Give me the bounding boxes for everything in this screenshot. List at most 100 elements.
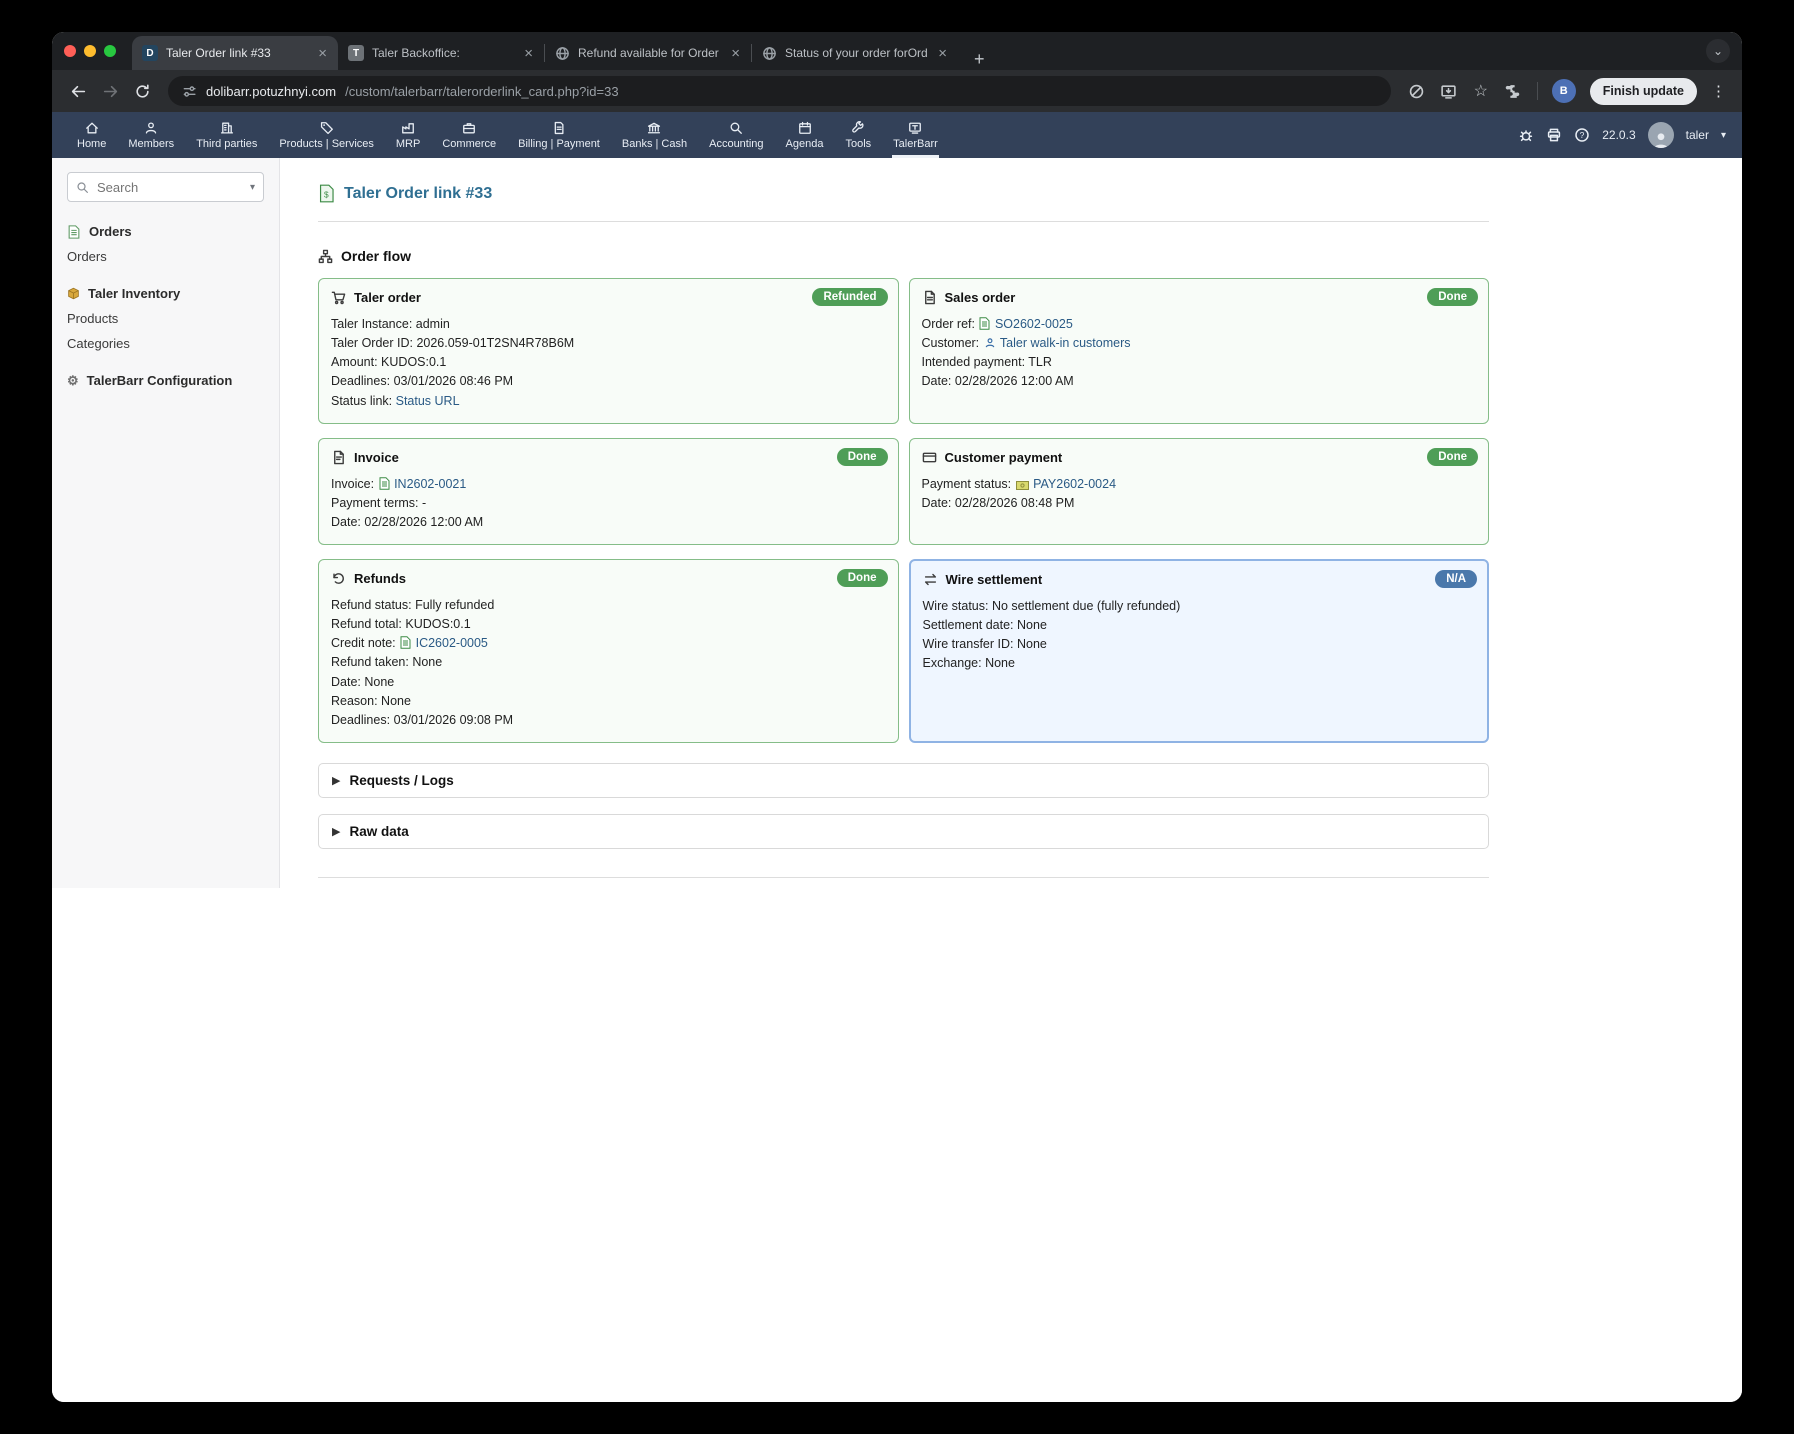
close-tab-icon[interactable]: × bbox=[521, 46, 536, 61]
user-name[interactable]: taler bbox=[1686, 128, 1709, 142]
menu-billing-payment[interactable]: Billing | Payment bbox=[507, 112, 611, 158]
close-tab-icon[interactable]: × bbox=[728, 46, 743, 61]
status-url-link[interactable]: Status URL bbox=[396, 394, 460, 408]
tab-search-chevron-icon[interactable]: ⌄ bbox=[1706, 39, 1730, 63]
close-window-button[interactable] bbox=[64, 45, 76, 57]
print-icon[interactable] bbox=[1546, 127, 1562, 143]
card-title: Invoice bbox=[354, 450, 399, 465]
field-date: Date: 02/28/2026 12:00 AM bbox=[331, 513, 886, 531]
field-reason: Reason: None bbox=[331, 692, 886, 710]
field-label: Payment terms: bbox=[331, 496, 419, 510]
field-value: 02/28/2026 12:00 AM bbox=[955, 374, 1074, 388]
menu-label: Accounting bbox=[709, 138, 763, 150]
menu-agenda[interactable]: Agenda bbox=[775, 112, 835, 158]
menu-commerce[interactable]: Commerce bbox=[431, 112, 507, 158]
accordion-raw-data[interactable]: ▶ Raw data bbox=[318, 814, 1489, 849]
field-date: Date: 02/28/2026 12:00 AM bbox=[922, 372, 1477, 390]
menu-tools[interactable]: Tools bbox=[834, 112, 882, 158]
status-badge-refunded: Refunded bbox=[812, 288, 887, 306]
invoice-ref-link[interactable]: IN2602-0021 bbox=[394, 477, 466, 491]
help-icon[interactable]: ? bbox=[1574, 127, 1590, 143]
sidebar-section-talerbarr-configuration[interactable]: ⚙ TalerBarr Configuration bbox=[67, 373, 264, 388]
customer-link[interactable]: Taler walk-in customers bbox=[1000, 336, 1131, 350]
bookmark-button[interactable]: ☆ bbox=[1467, 77, 1495, 105]
field-value: 02/28/2026 12:00 AM bbox=[364, 515, 483, 529]
menu-third-parties[interactable]: Third parties bbox=[185, 112, 268, 158]
search-input[interactable] bbox=[95, 179, 244, 196]
menu-label: Commerce bbox=[442, 138, 496, 150]
field-label: Amount: bbox=[331, 355, 378, 369]
field-value: admin bbox=[416, 317, 450, 331]
finish-update-button[interactable]: Finish update bbox=[1590, 78, 1697, 105]
install-app-button[interactable] bbox=[1435, 77, 1463, 105]
browser-menu-kebab-icon[interactable]: ⋮ bbox=[1707, 82, 1730, 100]
field-label: Status link: bbox=[331, 394, 392, 408]
tab-order-status[interactable]: Status of your order forOrder × bbox=[752, 36, 958, 70]
sidebar-item-orders[interactable]: Orders bbox=[67, 249, 264, 264]
svg-text:?: ? bbox=[1580, 130, 1585, 140]
field-date: Date: None bbox=[331, 673, 886, 691]
field-payment-status: Payment status: PAY2602-0024 bbox=[922, 475, 1477, 493]
members-icon bbox=[144, 121, 158, 135]
forward-button[interactable] bbox=[96, 77, 124, 105]
menu-accounting[interactable]: Accounting bbox=[698, 112, 774, 158]
sidebar-section-orders: Orders bbox=[67, 224, 264, 239]
minimize-window-button[interactable] bbox=[84, 45, 96, 57]
cart-icon bbox=[331, 290, 346, 305]
field-label: Invoice: bbox=[331, 477, 374, 491]
card-wire-settlement: Wire settlement N/A Wire status: No sett… bbox=[909, 559, 1490, 743]
translate-off-button[interactable] bbox=[1403, 77, 1431, 105]
profile-avatar[interactable]: B bbox=[1552, 79, 1576, 103]
tab-taler-backoffice[interactable]: T Taler Backoffice: × bbox=[338, 36, 544, 70]
sidebar-item-products[interactable]: Products bbox=[67, 311, 264, 326]
field-value: - bbox=[422, 496, 426, 510]
close-tab-icon[interactable]: × bbox=[935, 46, 950, 61]
status-badge-na: N/A bbox=[1435, 570, 1477, 588]
field-value: TLR bbox=[1028, 355, 1052, 369]
close-tab-icon[interactable]: × bbox=[315, 46, 330, 61]
chevron-down-icon[interactable]: ▾ bbox=[1721, 130, 1726, 141]
menu-products-services[interactable]: Products | Services bbox=[268, 112, 385, 158]
field-label: Exchange: bbox=[923, 656, 982, 670]
payment-ref-link[interactable]: PAY2602-0024 bbox=[1033, 477, 1116, 491]
package-icon bbox=[67, 287, 80, 300]
bug-icon[interactable] bbox=[1518, 127, 1534, 143]
back-button[interactable] bbox=[64, 77, 92, 105]
toolbar-divider bbox=[1537, 82, 1538, 100]
new-tab-button[interactable]: + bbox=[968, 49, 991, 70]
browser-window: D Taler Order link #33 × T Taler Backoff… bbox=[52, 32, 1742, 1402]
accounting-icon bbox=[729, 121, 743, 135]
tab-taler-order-link[interactable]: D Taler Order link #33 × bbox=[132, 36, 338, 70]
address-bar[interactable]: dolibarr.potuzhnyi.com/custom/talerbarr/… bbox=[168, 76, 1391, 106]
title-divider bbox=[318, 221, 1489, 222]
menu-banks-cash[interactable]: Banks | Cash bbox=[611, 112, 698, 158]
card-refunds: Refunds Done Refund status: Fully refund… bbox=[318, 559, 899, 743]
field-intended-payment: Intended payment: TLR bbox=[922, 353, 1477, 371]
menu-label: Home bbox=[77, 138, 106, 150]
field-value: 02/28/2026 08:48 PM bbox=[955, 496, 1075, 510]
menu-label: Banks | Cash bbox=[622, 138, 687, 150]
menu-home[interactable]: Home bbox=[66, 112, 117, 158]
menu-talerbarr[interactable]: TalerBarr bbox=[882, 112, 949, 158]
menu-mrp[interactable]: MRP bbox=[385, 112, 431, 158]
sales-order-ref-link[interactable]: SO2602-0025 bbox=[995, 317, 1073, 331]
browser-toolbar: dolibarr.potuzhnyi.com/custom/talerbarr/… bbox=[52, 70, 1742, 112]
menu-members[interactable]: Members bbox=[117, 112, 185, 158]
credit-note-link[interactable]: IC2602-0005 bbox=[416, 636, 488, 650]
sidebar-item-categories[interactable]: Categories bbox=[67, 336, 264, 351]
menu-label: TalerBarr bbox=[893, 138, 938, 150]
search-caret-icon[interactable]: ▾ bbox=[250, 182, 255, 193]
home-icon bbox=[85, 121, 99, 135]
site-settings-icon[interactable] bbox=[182, 84, 197, 99]
status-badge-done: Done bbox=[837, 448, 888, 466]
taler-order-doc-icon: $ bbox=[318, 184, 335, 203]
user-avatar[interactable] bbox=[1648, 122, 1674, 148]
accordion-requests-logs[interactable]: ▶ Requests / Logs bbox=[318, 763, 1489, 798]
sidebar-search[interactable]: ▾ bbox=[67, 172, 264, 202]
field-taler-order-id: Taler Order ID: 2026.059-01T2SN4R78B6M bbox=[331, 334, 886, 352]
maximize-window-button[interactable] bbox=[104, 45, 116, 57]
extensions-button[interactable] bbox=[1499, 77, 1527, 105]
reload-button[interactable] bbox=[128, 77, 156, 105]
person-icon bbox=[1652, 130, 1670, 148]
tab-refund-available[interactable]: Refund available for Order to × bbox=[545, 36, 751, 70]
